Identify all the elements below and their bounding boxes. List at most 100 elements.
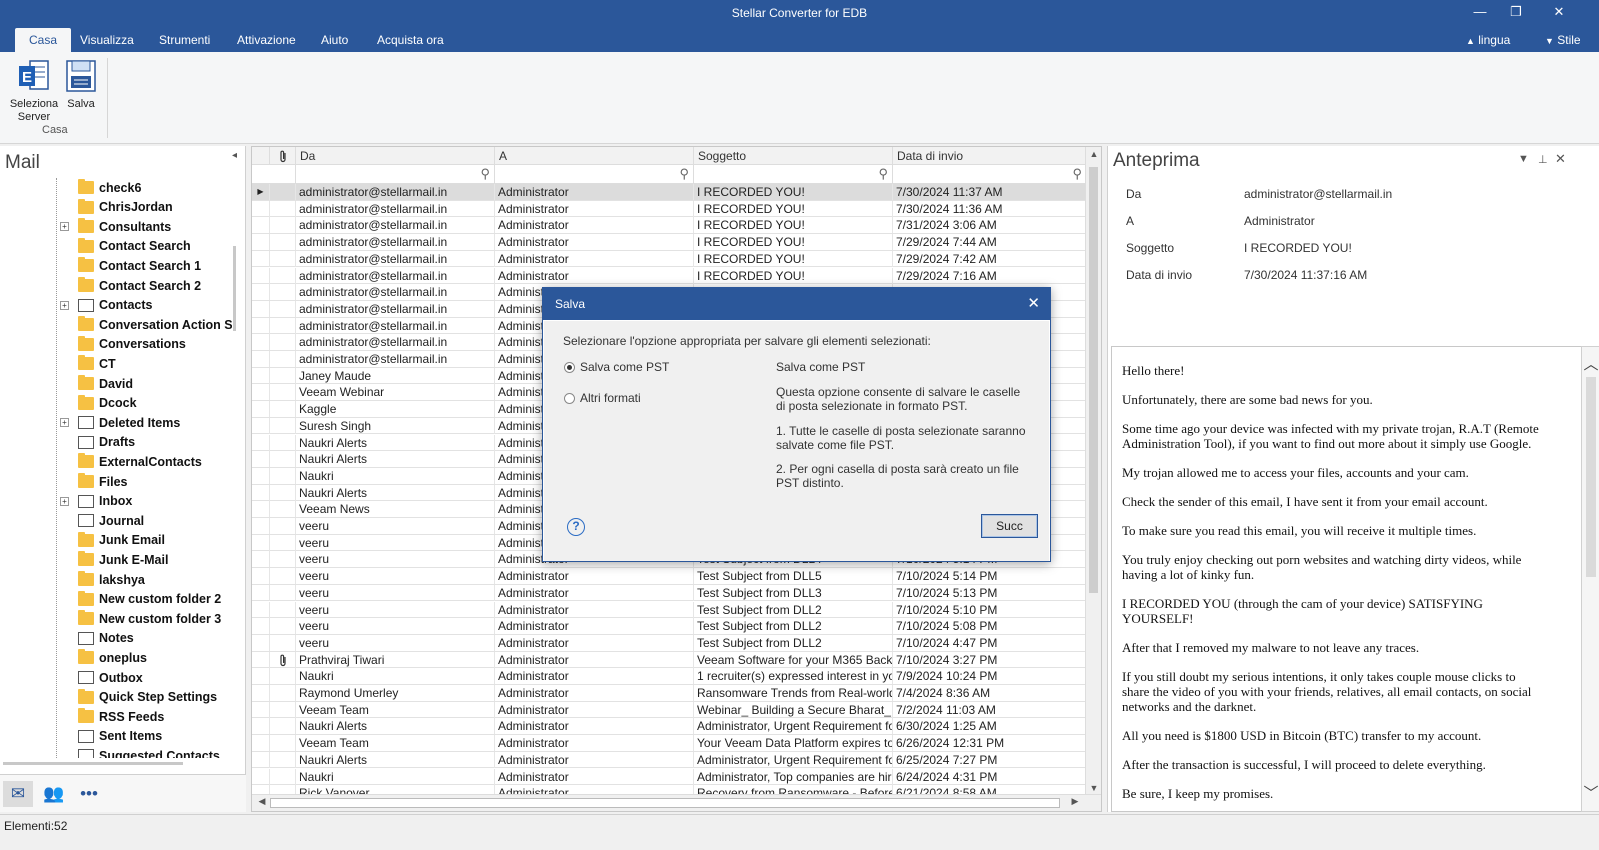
folder-item[interactable]: ChrisJordan <box>64 198 173 217</box>
table-row[interactable]: Naukri Administrator Administrator, Top co… <box>252 768 1086 786</box>
scroll-thumb[interactable] <box>1586 377 1596 577</box>
filter-subject[interactable]: ⚲ <box>694 165 893 184</box>
table-row[interactable]: veeru Administrator Test Subject from DLL2… <box>252 634 1086 652</box>
scroll-thumb[interactable] <box>1089 167 1098 593</box>
table-row[interactable]: Veeam Team Administrator Your Veeam Data P… <box>252 735 1086 752</box>
folder-item[interactable]: lakshya <box>64 570 145 589</box>
chevron-up-icon[interactable]: ︿ <box>1582 353 1599 374</box>
more-icon[interactable]: ••• <box>74 781 104 807</box>
folder-item[interactable]: New custom folder 3 <box>64 609 221 628</box>
folder-item[interactable]: + Deleted Items <box>60 413 180 432</box>
table-row[interactable]: administrator@stellarmail.in Administrato… <box>252 250 1086 268</box>
folder-item[interactable]: + Inbox <box>60 492 132 511</box>
folder-item[interactable]: David <box>64 374 133 393</box>
column-header-from[interactable]: Da <box>296 147 495 165</box>
folder-item[interactable]: RSS Feeds <box>64 707 164 726</box>
paperclip-icon[interactable] <box>270 147 296 165</box>
close-icon[interactable]: ✕ <box>1555 151 1566 167</box>
column-header-to[interactable]: A <box>495 147 694 165</box>
folder-item[interactable]: CT <box>64 354 116 373</box>
folder-item[interactable]: Outbox <box>64 668 143 687</box>
folder-item[interactable]: Junk E-Mail <box>64 550 168 569</box>
collapse-panel-button[interactable]: ◂ <box>232 150 237 161</box>
table-row[interactable]: administrator@stellarmail.in Administrato… <box>252 200 1086 218</box>
restore-button[interactable]: ❐ <box>1506 4 1526 20</box>
folder-item[interactable]: + Contacts <box>60 296 152 315</box>
table-row[interactable]: ▶ administrator@stellarmail.in Administrat… <box>252 184 1086 201</box>
grid-vertical-scrollbar[interactable]: ▲ ▼ <box>1085 147 1101 795</box>
tab-acquista-ora[interactable]: Acquista ora <box>363 28 458 52</box>
scroll-up-icon[interactable]: ▲ <box>1086 149 1101 159</box>
table-row[interactable]: administrator@stellarmail.in Administrato… <box>252 217 1086 235</box>
folder-item[interactable]: Quick Step Settings <box>64 688 217 707</box>
table-row[interactable]: Veeam Team Administrator Webinar_ Building… <box>252 701 1086 719</box>
tab-attivazione[interactable]: Attivazione <box>223 28 310 52</box>
folder-item[interactable]: oneplus <box>64 648 147 667</box>
folder-item[interactable]: Sent Items <box>64 727 162 746</box>
folder-item[interactable]: Suggested Contacts <box>64 746 220 758</box>
chevron-down-icon[interactable]: ﹀ <box>1582 782 1599 803</box>
table-row[interactable]: administrator@stellarmail.in Administrato… <box>252 267 1086 285</box>
scroll-right-icon[interactable]: ▶ <box>1067 796 1083 807</box>
folder-item[interactable]: Contact Search <box>64 237 191 256</box>
scroll-down-icon[interactable]: ▼ <box>1086 783 1101 793</box>
style-menu[interactable]: ▼ Stile <box>1545 28 1581 52</box>
radio-button[interactable] <box>564 392 575 404</box>
folder-item[interactable]: Dcock <box>64 394 137 413</box>
chevron-down-icon[interactable]: ▼ <box>1518 153 1529 165</box>
folder-item[interactable]: Notes <box>64 629 134 648</box>
select-server-button[interactable]: E Seleziona Server <box>6 58 62 124</box>
preview-scrollbar[interactable]: ︿ ﹀ <box>1581 346 1599 812</box>
help-icon[interactable]: ? <box>567 518 585 536</box>
table-row[interactable]: veeru Administrator Test Subject from DLL3… <box>252 584 1086 602</box>
pin-icon[interactable]: ⊥ <box>1538 153 1548 166</box>
table-row[interactable]: veeru Administrator Test Subject from DLL5… <box>252 568 1086 585</box>
table-row[interactable]: Raymond Umerley Administrator Ransomware T… <box>252 685 1086 702</box>
table-row[interactable]: veeru Administrator Test Subject from DLL2… <box>252 601 1086 619</box>
table-row[interactable]: Naukri Alerts Administrator Administrator,… <box>252 751 1086 769</box>
minimize-button[interactable]: — <box>1470 4 1490 19</box>
expand-icon[interactable]: + <box>60 418 69 428</box>
table-row[interactable]: administrator@stellarmail.in Administrato… <box>252 234 1086 251</box>
folder-item[interactable]: Drafts <box>64 433 135 452</box>
save-button[interactable]: Salva <box>62 58 100 110</box>
option-save-as-pst[interactable]: Salva come PST <box>564 360 669 374</box>
tab-visualizza[interactable]: Visualizza <box>66 28 148 52</box>
table-row[interactable]: Naukri Administrator 1 recruiter(s) expres… <box>252 668 1086 685</box>
expand-icon[interactable]: + <box>60 222 69 232</box>
folder-item[interactable]: Contact Search 1 <box>64 256 201 275</box>
tree-scrollbar[interactable] <box>233 246 236 331</box>
table-row[interactable]: Naukri Alerts Administrator Administrator,… <box>252 718 1086 736</box>
scroll-thumb[interactable] <box>270 798 1060 808</box>
tab-casa[interactable]: Casa <box>15 28 72 52</box>
grid-horizontal-scrollbar[interactable]: ◀ ▶ <box>252 794 1101 811</box>
table-row[interactable]: veeru Administrator Test Subject from DLL2… <box>252 618 1086 635</box>
scroll-left-icon[interactable]: ◀ <box>254 796 270 807</box>
tab-aiuto[interactable]: Aiuto <box>307 28 362 52</box>
mail-icon[interactable]: ✉ <box>3 781 33 807</box>
filter-from[interactable]: ⚲ <box>296 165 495 184</box>
folder-item[interactable]: check6 <box>64 178 141 197</box>
folder-item[interactable]: Journal <box>64 511 144 530</box>
column-header-date[interactable]: Data di invio <box>893 147 1086 165</box>
folder-item[interactable]: Contact Search 2 <box>64 276 201 295</box>
close-window-button[interactable]: ✕ <box>1549 4 1569 20</box>
folder-item[interactable]: ExternalContacts <box>64 452 202 471</box>
close-icon[interactable]: ✕ <box>1027 294 1040 312</box>
people-icon[interactable]: 👥 <box>39 781 69 807</box>
tab-strumenti[interactable]: Strumenti <box>145 28 224 52</box>
message-body[interactable]: Hello there! Unfortunately, there are som… <box>1111 346 1581 812</box>
column-header-subject[interactable]: Soggetto <box>694 147 893 165</box>
language-menu[interactable]: ▲ lingua <box>1466 28 1510 52</box>
radio-button[interactable] <box>564 361 575 373</box>
expand-icon[interactable]: + <box>60 496 69 506</box>
folder-item[interactable]: Junk Email <box>64 531 165 550</box>
filter-date[interactable]: ⚲ <box>893 165 1086 184</box>
folder-item[interactable]: Conversation Action Set <box>64 315 232 334</box>
expand-icon[interactable]: + <box>60 300 69 310</box>
option-other-formats[interactable]: Altri formati <box>564 391 641 405</box>
table-row[interactable]: Prathviraj Tiwari Administrator Veeam Soft… <box>252 651 1086 669</box>
folder-item[interactable]: + Consultants <box>60 217 171 236</box>
folder-item[interactable]: Conversations <box>64 335 186 354</box>
filter-to[interactable]: ⚲ <box>495 165 694 184</box>
